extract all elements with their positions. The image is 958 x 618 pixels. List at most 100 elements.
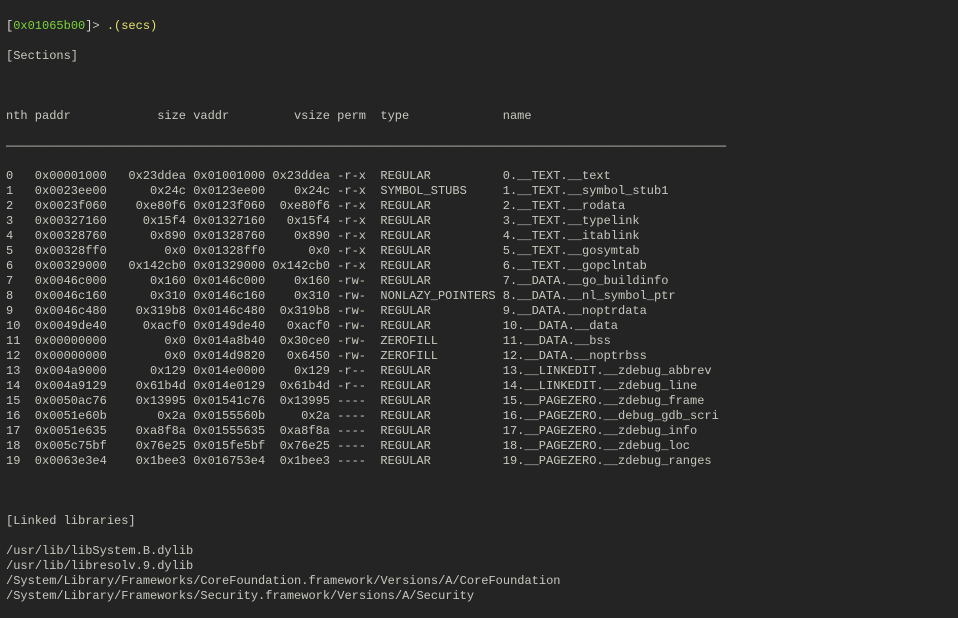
cell-size: 0x142cb0 [121, 259, 186, 274]
cell-name: 18.__PAGEZERO.__zdebug_loc [503, 439, 690, 454]
rule-line: ――――――――――――――――――――――――――――――――――――――――… [6, 139, 952, 154]
cell-name: 4.__TEXT.__itablink [503, 229, 640, 244]
cell-size: 0x0 [121, 244, 186, 259]
cell-paddr: 0x004a9129 [35, 379, 121, 394]
cell-vsize: 0x30ce0 [265, 334, 330, 349]
cell-vaddr: 0x015fe5bf [193, 439, 265, 454]
cell-nth: 8 [6, 289, 35, 304]
cell-vaddr: 0x014e0129 [193, 379, 265, 394]
cell-vaddr: 0x01329000 [193, 259, 265, 274]
cell-paddr: 0x0023ee00 [35, 184, 121, 199]
table-row: 180x005c75bf0x76e250x015fe5bf0x76e25----… [6, 439, 952, 454]
cell-name: 9.__DATA.__noptrdata [503, 304, 647, 319]
table-row: 160x0051e60b0x2a0x0155560b0x2a----REGULA… [6, 409, 952, 424]
table-row: 100x0049de400xacf00x0149de400xacf0-rw-RE… [6, 319, 952, 334]
cell-perm: ---- [337, 454, 380, 469]
col-name: name [503, 109, 532, 124]
cell-perm: -r-x [337, 229, 380, 244]
cell-name: 13.__LINKEDIT.__zdebug_abbrev [503, 364, 712, 379]
cell-vsize: 0x15f4 [265, 214, 330, 229]
table-row: 110x000000000x00x014a8b400x30ce0-rw-ZERO… [6, 334, 952, 349]
cell-paddr: 0x0046c000 [35, 274, 121, 289]
list-item: /System/Library/Frameworks/Security.fram… [6, 589, 952, 604]
cell-name: 7.__DATA.__go_buildinfo [503, 274, 669, 289]
cell-type: SYMBOL_STUBS [380, 184, 502, 199]
cell-size: 0x890 [121, 229, 186, 244]
cell-type: REGULAR [380, 379, 502, 394]
cell-vsize: 0x61b4d [265, 379, 330, 394]
cell-name: 17.__PAGEZERO.__zdebug_info [503, 424, 697, 439]
table-row: 130x004a90000x1290x014e00000x129-r--REGU… [6, 364, 952, 379]
cell-name: 12.__DATA.__noptrbss [503, 349, 647, 364]
cell-vsize: 0x129 [265, 364, 330, 379]
cell-vaddr: 0x01328760 [193, 229, 265, 244]
col-perm: perm [337, 109, 380, 124]
table-row: 120x000000000x00x014d98200x6450-rw-ZEROF… [6, 349, 952, 364]
terminal-output: [0x01065b00]> .(secs) [Sections] nthpadd… [0, 0, 958, 618]
cell-vaddr: 0x014e0000 [193, 364, 265, 379]
cell-perm: -r-x [337, 214, 380, 229]
table-row: 70x0046c0000x1600x0146c0000x160-rw-REGUL… [6, 274, 952, 289]
cell-perm: -rw- [337, 289, 380, 304]
cell-size: 0xe80f6 [121, 199, 186, 214]
cell-vsize: 0x23ddea [265, 169, 330, 184]
table-row: 170x0051e6350xa8f8a0x015556350xa8f8a----… [6, 424, 952, 439]
cell-perm: -rw- [337, 274, 380, 289]
cell-size: 0x319b8 [121, 304, 186, 319]
cell-paddr: 0x0046c480 [35, 304, 121, 319]
cell-nth: 2 [6, 199, 35, 214]
cell-vaddr: 0x016753e4 [193, 454, 265, 469]
cell-name: 19.__PAGEZERO.__zdebug_ranges [503, 454, 712, 469]
cell-paddr: 0x0046c160 [35, 289, 121, 304]
cell-nth: 6 [6, 259, 35, 274]
cell-perm: -rw- [337, 319, 380, 334]
cell-nth: 16 [6, 409, 35, 424]
cell-paddr: 0x0051e635 [35, 424, 121, 439]
cell-paddr: 0x0050ac76 [35, 394, 121, 409]
cell-vsize: 0x1bee3 [265, 454, 330, 469]
col-nth: nth [6, 109, 35, 124]
cell-vaddr: 0x01327160 [193, 214, 265, 229]
cell-size: 0x13995 [121, 394, 186, 409]
table-row: 20x0023f0600xe80f60x0123f0600xe80f6-r-xR… [6, 199, 952, 214]
cell-vaddr: 0x0149de40 [193, 319, 265, 334]
cell-type: REGULAR [380, 304, 502, 319]
cell-vsize: 0x2a [265, 409, 330, 424]
cell-perm: ---- [337, 394, 380, 409]
cell-type: REGULAR [380, 274, 502, 289]
cell-vaddr: 0x0146c160 [193, 289, 265, 304]
cell-vsize: 0x24c [265, 184, 330, 199]
cell-perm: -r-x [337, 259, 380, 274]
linked-libraries-list: /usr/lib/libSystem.B.dylib/usr/lib/libre… [6, 544, 952, 604]
prompt-line-1[interactable]: [0x01065b00]> .(secs) [6, 19, 952, 34]
cell-nth: 10 [6, 319, 35, 334]
cell-type: REGULAR [380, 454, 502, 469]
cell-size: 0x61b4d [121, 379, 186, 394]
cell-name: 15.__PAGEZERO.__zdebug_frame [503, 394, 705, 409]
cell-vsize: 0xacf0 [265, 319, 330, 334]
cell-perm: -r-x [337, 199, 380, 214]
cell-size: 0xacf0 [121, 319, 186, 334]
cell-nth: 7 [6, 274, 35, 289]
cell-size: 0x23ddea [121, 169, 186, 184]
table-row: 30x003271600x15f40x013271600x15f4-r-xREG… [6, 214, 952, 229]
cell-name: 3.__TEXT.__typelink [503, 214, 640, 229]
cell-size: 0x15f4 [121, 214, 186, 229]
cell-perm: -rw- [337, 304, 380, 319]
linked-libraries-header: [Linked libraries] [6, 514, 952, 529]
cell-vaddr: 0x0146c480 [193, 304, 265, 319]
cell-nth: 0 [6, 169, 35, 184]
cell-nth: 19 [6, 454, 35, 469]
cell-name: 5.__TEXT.__gosymtab [503, 244, 640, 259]
cell-nth: 11 [6, 334, 35, 349]
cell-vsize: 0x76e25 [265, 439, 330, 454]
table-row: 190x0063e3e40x1bee30x016753e40x1bee3----… [6, 454, 952, 469]
cell-size: 0x1bee3 [121, 454, 186, 469]
cell-name: 0.__TEXT.__text [503, 169, 611, 184]
cell-nth: 3 [6, 214, 35, 229]
table-header: nthpaddrsizevaddrvsizepermtypename [6, 109, 952, 124]
cell-paddr: 0x00000000 [35, 349, 121, 364]
col-size: size [121, 109, 186, 124]
cell-paddr: 0x00328760 [35, 229, 121, 244]
cell-vaddr: 0x01001000 [193, 169, 265, 184]
